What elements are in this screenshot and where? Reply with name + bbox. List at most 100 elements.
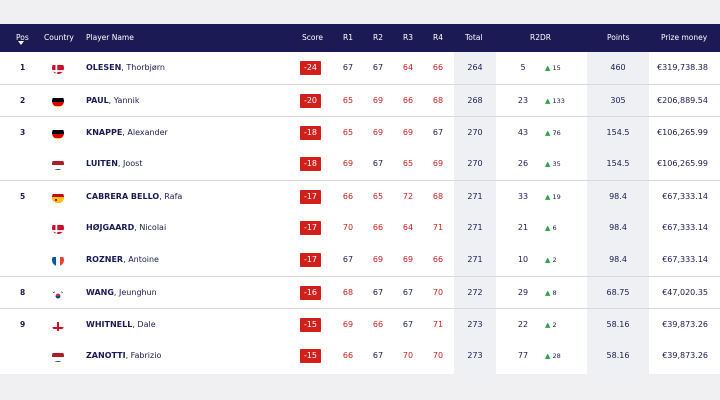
points: 68.75: [606, 288, 630, 297]
spain-flag: [52, 191, 64, 203]
prize-money: €67,333.14: [662, 255, 708, 264]
rank-movement-value: 133: [552, 97, 565, 105]
race-to-dubai-rank: 22: [517, 320, 529, 329]
player-last-name[interactable]: HØJGAARD: [86, 223, 134, 232]
player-last-name[interactable]: ROZNER: [86, 255, 123, 264]
round-2-score: 67: [372, 159, 384, 168]
table-row[interactable]: 2 PAUL, Yannik -20 65 69 66 68 268 23 ▲ 133 305 €20…: [0, 84, 720, 117]
player-name[interactable]: WANG, Jeunghun: [86, 277, 157, 309]
header-total[interactable]: Total: [465, 24, 483, 52]
up-triangle-icon: ▲: [545, 224, 551, 232]
position: 3: [20, 128, 26, 137]
round-3-score: 69: [402, 255, 414, 264]
player-name[interactable]: KNAPPE, Alexander: [86, 117, 168, 149]
table-row[interactable]: HØJGAARD, Nicolai -17 70 66 64 71 271 21 ▲ 6 98.4…: [0, 212, 720, 244]
score-badge: -15: [300, 349, 321, 363]
player-first-name[interactable]: Joost: [123, 159, 142, 168]
position: [20, 340, 40, 372]
table-row[interactable]: ZANOTTI, Fabrizio -15 66 67 70 70 273 77 ▲ 28 58.…: [0, 340, 720, 372]
prize-money: €206,889.54: [657, 96, 708, 105]
header-r2[interactable]: R2: [373, 24, 383, 52]
player-first-name[interactable]: Dale: [137, 320, 155, 329]
header-prize-money[interactable]: Prize money: [661, 24, 707, 52]
player-first-name[interactable]: Alexander: [127, 128, 167, 137]
header-points[interactable]: Points: [607, 24, 630, 52]
player-first-name[interactable]: Fabrizio: [131, 351, 162, 360]
header-score[interactable]: Score: [302, 24, 323, 52]
position: 9: [20, 320, 26, 329]
up-triangle-icon: ▲: [545, 129, 551, 137]
netherlands-flag: [52, 350, 64, 362]
header-pos[interactable]: Pos: [16, 24, 29, 52]
header-player-name[interactable]: Player Name: [86, 24, 134, 52]
header-country[interactable]: Country: [44, 24, 74, 52]
player-first-name[interactable]: Yannik: [114, 96, 140, 105]
position: 2: [20, 96, 26, 105]
rank-movement: ▲ 133: [545, 85, 565, 117]
netherlands-flag: [52, 158, 64, 170]
table-row[interactable]: 8 WANG, Jeunghun -16 68 67 67 70 272 29 ▲ 8 68.75 €…: [0, 276, 720, 309]
header-r3[interactable]: R3: [403, 24, 413, 52]
prize-money: €47,020.35: [662, 288, 708, 297]
player-last-name[interactable]: WHITNELL: [86, 320, 132, 329]
round-2-score: 69: [372, 128, 384, 137]
player-name[interactable]: PAUL, Yannik: [86, 85, 139, 117]
player-last-name[interactable]: KNAPPE: [86, 128, 122, 137]
round-1-score: 69: [342, 159, 354, 168]
player-name[interactable]: HØJGAARD, Nicolai: [86, 212, 166, 244]
player-last-name[interactable]: LUITEN: [86, 159, 118, 168]
rank-movement-value: 6: [552, 224, 557, 232]
points: 58.16: [606, 351, 630, 360]
player-first-name[interactable]: Jeunghun: [119, 288, 157, 297]
player-last-name[interactable]: ZANOTTI: [86, 351, 126, 360]
sort-down-icon[interactable]: [18, 41, 24, 45]
header-r4[interactable]: R4: [433, 24, 443, 52]
prize-money: €106,265.99: [657, 128, 708, 137]
player-last-name[interactable]: OLESEN: [86, 63, 121, 72]
player-first-name[interactable]: Antoine: [128, 255, 159, 264]
score-badge: -18: [300, 126, 321, 140]
table-row[interactable]: 3 KNAPPE, Alexander -18 65 69 69 67 270 43 ▲ 76 15…: [0, 116, 720, 149]
race-to-dubai-rank: 33: [517, 192, 529, 201]
player-first-name[interactable]: Thorbjørn: [126, 63, 165, 72]
score-badge: -16: [300, 286, 321, 300]
round-2-score: 69: [372, 255, 384, 264]
player-last-name[interactable]: CABRERA BELLO: [86, 192, 159, 201]
table-row[interactable]: 5 CABRERA BELLO, Rafa -17 66 65 72 68 271 33 ▲ 19…: [0, 180, 720, 213]
round-3-score: 72: [402, 192, 414, 201]
up-triangle-icon: ▲: [545, 289, 551, 297]
player-name[interactable]: ZANOTTI, Fabrizio: [86, 340, 161, 372]
header-r2dr[interactable]: R2DR: [530, 24, 551, 52]
position: [20, 148, 40, 180]
player-last-name[interactable]: PAUL: [86, 96, 109, 105]
player-name[interactable]: OLESEN, Thorbjørn: [86, 52, 165, 84]
player-name[interactable]: CABRERA BELLO, Rafa: [86, 181, 182, 213]
rank-movement-value: 35: [552, 160, 561, 168]
round-3-score: 70: [402, 351, 414, 360]
race-to-dubai-rank: 23: [517, 96, 529, 105]
round-3-score: 64: [402, 63, 414, 72]
total-score: 271: [467, 223, 483, 232]
table-row[interactable]: ROZNER, Antoine -17 67 69 69 66 271 10 ▲ 2 98.4 €6…: [0, 244, 720, 276]
player-first-name[interactable]: Rafa: [164, 192, 182, 201]
round-4-score: 70: [432, 351, 444, 360]
player-name[interactable]: WHITNELL, Dale: [86, 309, 156, 341]
player-name[interactable]: ROZNER, Antoine: [86, 244, 159, 276]
denmark-flag: [52, 222, 64, 234]
table-row[interactable]: LUITEN, Joost -18 69 67 65 69 270 26 ▲ 35 154.5 €1…: [0, 148, 720, 180]
header-r1[interactable]: R1: [343, 24, 353, 52]
player-first-name[interactable]: Nicolai: [139, 223, 166, 232]
round-4-score: 68: [432, 192, 444, 201]
points: 154.5: [606, 128, 630, 137]
player-name[interactable]: LUITEN, Joost: [86, 148, 142, 180]
rank-movement: ▲ 15: [545, 52, 561, 84]
denmark-flag: [52, 62, 64, 74]
table-row[interactable]: 9 WHITNELL, Dale -15 69 66 67 71 273 22 ▲ 2 58.16 €…: [0, 308, 720, 341]
round-3-score: 64: [402, 223, 414, 232]
points: 98.4: [609, 255, 627, 264]
table-row[interactable]: 1 OLESEN, Thorbjørn -24 67 67 64 66 264 5 ▲ 15 460…: [0, 52, 720, 84]
up-triangle-icon: ▲: [545, 321, 551, 329]
player-last-name[interactable]: WANG: [86, 288, 114, 297]
total-score: 271: [467, 255, 483, 264]
score-badge: -18: [300, 157, 321, 171]
